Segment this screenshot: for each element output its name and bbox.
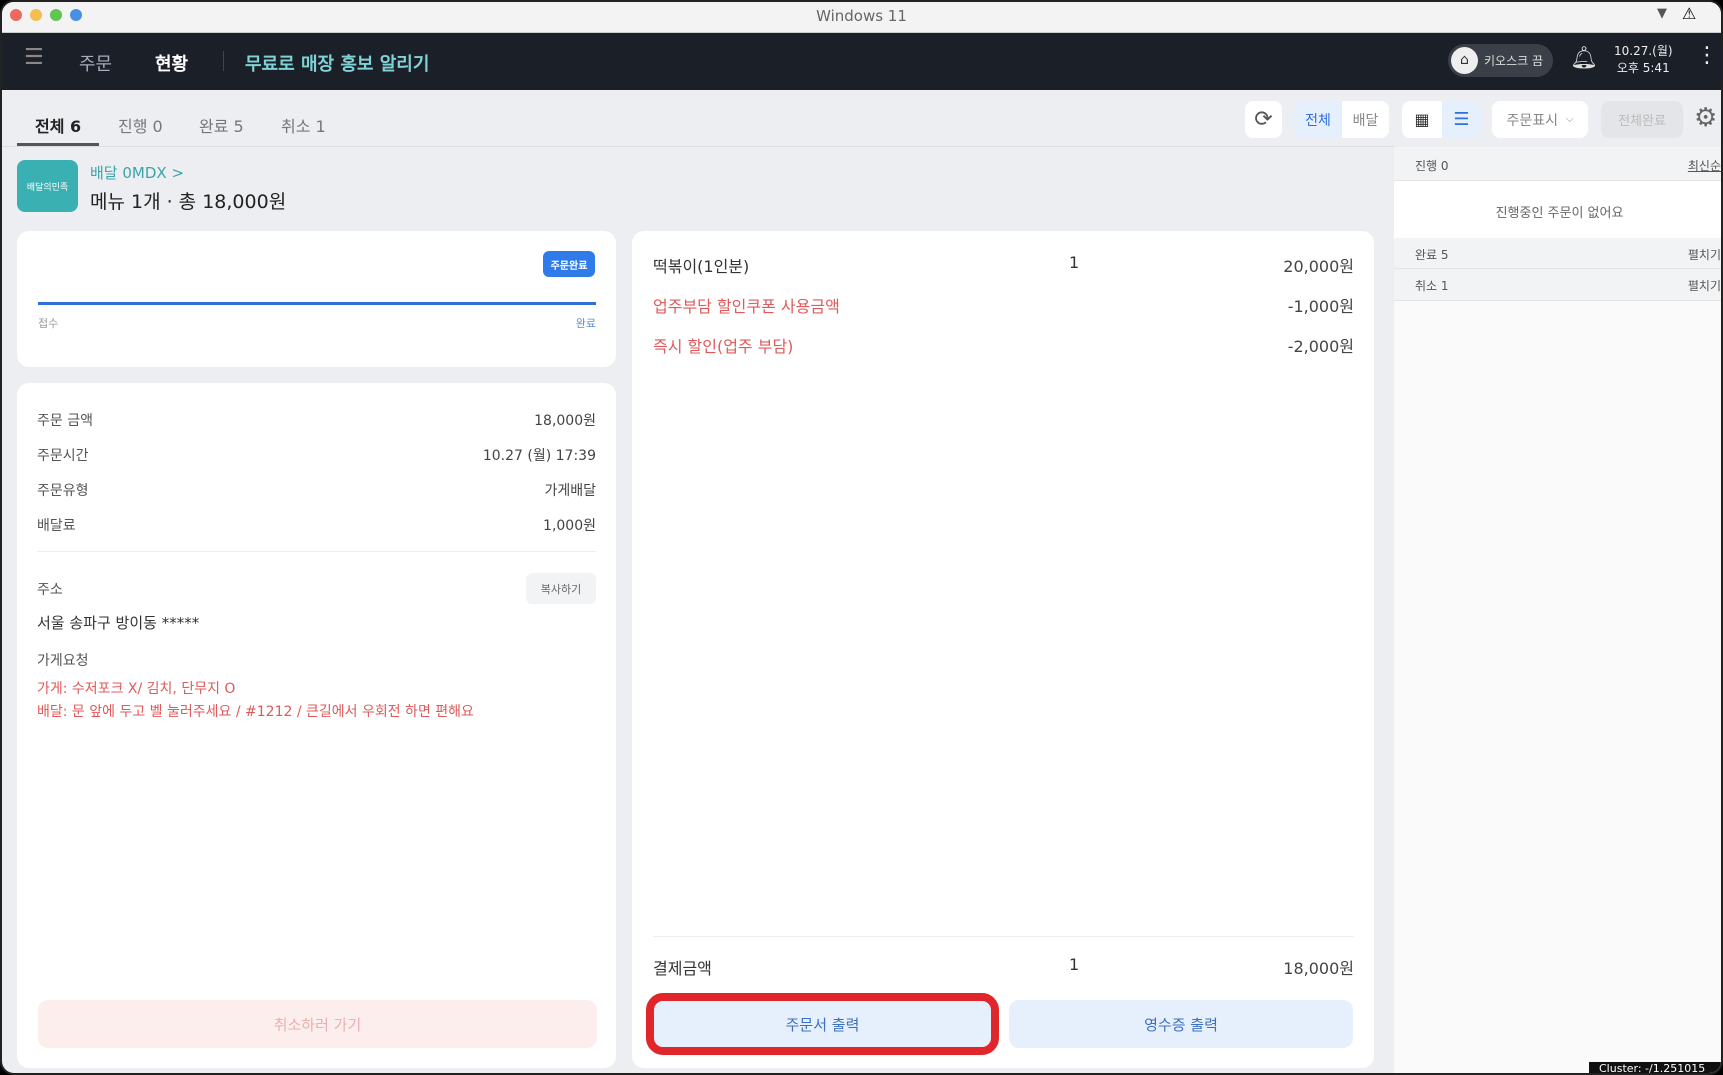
refresh-icon[interactable]: ⟳ [1245,101,1282,138]
display-select[interactable]: 주문표시 ⌵ [1492,101,1588,138]
more-menu-icon[interactable]: ⋮ [1696,43,1718,68]
request-label: 가게요청 [37,653,89,669]
progress-start-label: 접수 [38,317,59,330]
completed-section[interactable]: 완료 5 펼치기 [1394,238,1721,269]
print-receipt-button[interactable]: 영수증 출력 [1009,1000,1353,1048]
store-request: 가게: 수저포크 X/ 김치, 단무지 O [37,681,236,697]
status-badge: 주문완료 [543,251,595,277]
filter-delivery[interactable]: 배달 [1342,110,1389,130]
tab-all[interactable]: 전체 6 [35,113,81,137]
copy-address-button[interactable]: 복사하기 [526,573,596,604]
kiosk-label: 키오스크 끔 [1484,54,1544,68]
order-details-card: 주문 금액 18,000원 주문시간 10.27 (월) 17:39 주문유형 가게배… [17,383,616,1068]
order-summary: 메뉴 1개 · 총 18,000원 [90,191,287,213]
progress-end-label: 완료 [575,317,596,330]
detail-row: 주문 금액 18,000원 [37,413,596,429]
detail-row: 주문시간 10.27 (월) 17:39 [37,448,596,464]
kiosk-toggle[interactable]: ⌂ 키오스크 끔 [1448,44,1553,77]
warning-icon[interactable]: ⚠ [1682,4,1696,23]
order-id-link[interactable]: 배달 0MDX > [90,162,184,183]
cluster-label: Cluster: -/1.251015 [1589,1062,1721,1073]
complete-all-button[interactable]: 전체완료 [1601,101,1683,138]
progress-fill [38,302,596,305]
discount-row: 업주부담 할인쿠폰 사용금액 -1,000원 [653,297,1354,316]
channel-filter: 전체 배달 [1294,101,1389,138]
bell-icon[interactable]: 🔔︎ [1570,46,1598,71]
app-window: Windows 11 ▼ ⚠ ☰ 주문 현황 무료로 매장 홍보 알리기 ⌂ 키… [0,0,1723,1075]
progress-card: 주문완료 접수 완료 [17,231,616,367]
hamburger-menu-icon[interactable]: ☰ [24,45,44,70]
discount-row: 즉시 할인(업주 부담) -2,000원 [653,337,1354,356]
tab-cancelled[interactable]: 취소 1 [281,113,326,137]
gear-icon[interactable]: ⚙ [1694,103,1717,133]
top-nav: ☰ 주문 현황 무료로 매장 홍보 알리기 ⌂ 키오스크 끔 🔔︎ 10.27.… [2,33,1721,90]
address-text: 서울 송파구 방이동 ***** [37,614,200,632]
list-view-icon[interactable]: ☰ [1442,101,1481,138]
grid-view-icon[interactable]: ▦ [1402,110,1442,129]
expand-completed[interactable]: 펼치기 [1688,246,1721,263]
tab-completed[interactable]: 완료 5 [199,113,244,137]
filter-all[interactable]: 전체 [1294,101,1342,138]
print-order-button[interactable]: 주문서 출력 [646,993,999,1055]
chevron-down-icon: ⌵ [1565,114,1574,125]
in-progress-section: 진행 0 최신순 [1394,147,1721,181]
menu-item-row: 떡볶이(1인분) 1 20,000원 [653,253,1354,276]
title-bar: Windows 11 ▼ ⚠ [2,2,1721,33]
kiosk-icon: ⌂ [1451,47,1478,74]
promo-link[interactable]: 무료로 매장 홍보 알리기 [245,50,429,76]
sort-latest-link[interactable]: 최신순 [1688,157,1721,174]
detail-row: 주문유형 가게배달 [37,483,596,499]
nav-status[interactable]: 현황 [155,50,188,76]
expand-cancelled[interactable]: 펼치기 [1688,277,1721,294]
clock: 10.27.(월) 오후 5:41 [1614,44,1673,75]
window-title: Windows 11 [816,7,907,25]
cancelled-section[interactable]: 취소 1 펼치기 [1394,269,1721,301]
order-items-card: 떡볶이(1인분) 1 20,000원 업주부담 할인쿠폰 사용금액 -1,000원… [632,231,1374,1068]
nav-orders[interactable]: 주문 [79,50,112,76]
order-list-sidebar: 진행 0 최신순 진행중인 주문이 없어요 완료 5 펼치기 취소 1 펼치기 [1394,147,1721,1073]
tab-in-progress[interactable]: 진행 0 [118,113,163,137]
empty-message: 진행중인 주문이 없어요 [1394,181,1721,238]
dropdown-icon[interactable]: ▼ [1657,6,1667,21]
baemin-logo: 배달의민족 [17,160,78,212]
progress-track [38,302,596,305]
detail-row: 배달료 1,000원 [37,518,596,534]
cancel-order-button[interactable]: 취소하러 가기 [38,1000,597,1048]
address-label: 주소 [37,582,63,598]
view-toggle: ▦ ☰ [1402,101,1481,138]
delivery-request: 배달: 문 앞에 두고 벨 눌러주세요 / #1212 / 큰길에서 우회전 하… [37,704,474,720]
display-select-label: 주문표시 [1506,112,1558,129]
total-row: 결제금액 1 18,000원 [653,955,1354,978]
